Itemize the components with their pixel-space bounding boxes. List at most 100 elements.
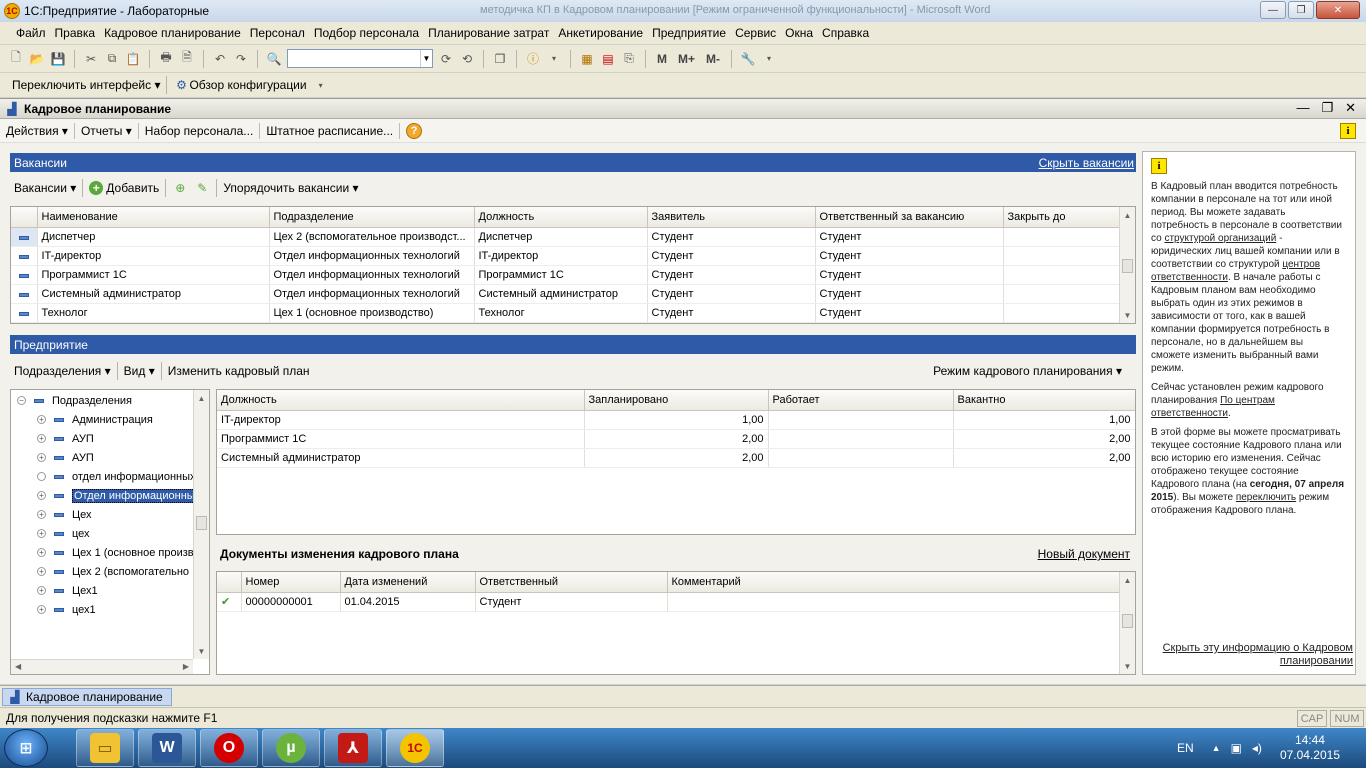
expand-icon[interactable]: + (37, 567, 46, 576)
menu-item[interactable]: Файл (16, 26, 46, 40)
print-icon[interactable]: 🖶 (158, 50, 174, 67)
taskbar-word[interactable]: W (138, 729, 196, 767)
scroll-thumb[interactable] (1122, 614, 1133, 628)
column-header[interactable]: Комментарий (667, 572, 1122, 593)
tree-node[interactable]: отдел информационных (11, 467, 209, 486)
table-row[interactable]: Программист 1С Отдел информационных техно… (11, 265, 1122, 285)
view-menu[interactable]: Вид ▾ (124, 364, 155, 378)
config-overview-button[interactable]: Обзор конфигурации (189, 78, 306, 92)
tree-node[interactable]: + АУП (11, 448, 209, 467)
memory-subtract-button[interactable]: M- (706, 52, 720, 66)
tree-root[interactable]: − Подразделения (11, 391, 209, 410)
new-document-link[interactable]: Новый документ (1038, 547, 1130, 561)
column-header[interactable]: Дата изменений (340, 572, 476, 593)
calculator-icon[interactable]: ▦ (579, 51, 595, 67)
scroll-up-icon[interactable]: ▲ (1120, 572, 1135, 588)
column-header[interactable]: Наименование (37, 207, 270, 228)
tree-scrollbar[interactable]: ▲ ▼ (193, 390, 209, 659)
copy-add-icon[interactable]: ⊕ (172, 180, 188, 196)
start-button[interactable]: ⊞ (4, 729, 48, 767)
column-header[interactable]: Закрыть до (1003, 207, 1122, 228)
column-header[interactable]: Ответственный (475, 572, 668, 593)
cut-icon[interactable]: ✂ (83, 51, 99, 67)
vacancies-menu[interactable]: Вакансии ▾ (14, 181, 76, 195)
column-header[interactable]: Заявитель (647, 207, 816, 228)
find-next-icon[interactable]: ⟳ (438, 51, 454, 67)
language-indicator[interactable]: EN (1177, 741, 1194, 755)
taskbar-utorrent[interactable]: µ (262, 729, 320, 767)
form-restore-button[interactable]: ❐ (1321, 100, 1333, 116)
expand-icon[interactable]: + (37, 548, 46, 557)
table-row[interactable]: Программист 1С 2,00 2,00 (217, 429, 1135, 449)
column-header[interactable]: Должность (474, 207, 648, 228)
undo-icon[interactable]: ↶ (212, 51, 228, 67)
tree-node[interactable]: + Цех 1 (основное произв (11, 543, 209, 562)
memory-button[interactable]: M (657, 52, 667, 66)
minimize-button[interactable]: — (1260, 1, 1286, 19)
window-tab-hr-planning[interactable]: ▟ Кадровое планирование (2, 688, 172, 706)
column-header[interactable]: Запланировано (584, 390, 769, 411)
menu-item[interactable]: Планирование затрат (428, 26, 549, 40)
form-close-button[interactable]: ✕ (1345, 100, 1356, 116)
column-header[interactable]: Номер (241, 572, 341, 593)
redo-icon[interactable]: ↷ (233, 51, 249, 67)
info-circle-icon[interactable]: ⓘ (525, 51, 541, 67)
scroll-up-icon[interactable]: ▲ (1120, 207, 1135, 223)
taskbar-1c[interactable]: 1С (386, 729, 444, 767)
scroll-down-icon[interactable]: ▼ (1120, 658, 1135, 674)
documents-scrollbar[interactable]: ▲ ▼ (1119, 572, 1135, 674)
sort-vacancies-menu[interactable]: Упорядочить вакансии ▾ (223, 181, 358, 195)
new-icon[interactable]: 🗋 (8, 50, 24, 67)
planning-mode-menu[interactable]: Режим кадрового планирования ▾ (933, 364, 1122, 378)
scroll-down-icon[interactable]: ▼ (1120, 307, 1135, 323)
tree-node[interactable]: + Цех 2 (вспомогательно (11, 562, 209, 581)
table-row[interactable]: Диспетчер Цех 2 (вспомогательное производ… (11, 227, 1122, 247)
tree-node[interactable]: + Отдел информационны (11, 486, 209, 505)
actions-menu[interactable]: Действия ▾ (6, 124, 68, 138)
scroll-down-icon[interactable]: ▼ (194, 643, 209, 659)
add-vacancy-button[interactable]: + Добавить (89, 181, 159, 195)
menu-item[interactable]: Правка (55, 26, 96, 40)
tools-icon[interactable]: 🔧 (740, 51, 756, 67)
scroll-thumb[interactable] (196, 516, 207, 530)
switch-mode-link[interactable]: переключить (1236, 492, 1296, 503)
tree-node[interactable]: + Цех1 (11, 581, 209, 600)
org-structure-link[interactable]: структурой организаций (1164, 233, 1276, 244)
tree-node[interactable]: + Цех (11, 505, 209, 524)
find-prev-icon[interactable]: ⟲ (459, 51, 475, 67)
scroll-left-icon[interactable]: ◀ (15, 662, 21, 671)
table-row[interactable]: Технолог Цех 1 (основное производство) Тех… (11, 303, 1122, 323)
tree-horizontal-scrollbar[interactable]: ◀ ▶ (11, 659, 193, 674)
menu-item[interactable]: Предприятие (652, 26, 726, 40)
column-header[interactable]: Должность (217, 390, 585, 411)
taskbar-explorer[interactable]: ▭ (76, 729, 134, 767)
clipboard-icon[interactable]: ⎘ (621, 51, 637, 67)
network-icon[interactable]: ▣ (1231, 741, 1242, 755)
help-icon[interactable]: ? (406, 122, 423, 139)
table-row[interactable]: Системный администратор 2,00 2,00 (217, 448, 1135, 468)
switch-interface-button[interactable]: Переключить интерфейс ▾ (12, 78, 160, 92)
table-row[interactable]: IT-директор 1,00 1,00 (217, 410, 1135, 430)
column-header[interactable]: Подразделение (269, 207, 475, 228)
tree-node[interactable]: + цех1 (11, 600, 209, 619)
menu-item[interactable]: Справка (822, 26, 869, 40)
open-icon[interactable]: 📂 (29, 51, 45, 67)
save-icon[interactable]: 💾 (50, 51, 66, 67)
expand-icon[interactable]: + (37, 434, 46, 443)
volume-icon[interactable]: ◂) (1252, 741, 1262, 755)
staff-schedule-button[interactable]: Штатное расписание... (266, 124, 393, 138)
menu-item[interactable]: Подбор персонала (314, 26, 419, 40)
menu-item[interactable]: Кадровое планирование (104, 26, 241, 40)
leaf-icon[interactable] (37, 472, 46, 481)
close-button[interactable]: ✕ (1316, 1, 1360, 19)
chevron-down-icon[interactable]: ▾ (761, 51, 777, 67)
search-input[interactable]: ▼ (287, 49, 433, 68)
tree-node[interactable]: + АУП (11, 429, 209, 448)
paste-icon[interactable]: 📋 (125, 51, 141, 67)
copy-icon[interactable]: ⧉ (104, 51, 120, 67)
scroll-right-icon[interactable]: ▶ (183, 662, 189, 671)
table-row[interactable]: ✔ 00000000001 01.04.2015 Студент (217, 592, 1122, 612)
column-header[interactable]: Вакантно (953, 390, 1135, 411)
calendar-icon[interactable]: ▤ (600, 51, 616, 67)
form-minimize-button[interactable]: — (1296, 100, 1309, 116)
